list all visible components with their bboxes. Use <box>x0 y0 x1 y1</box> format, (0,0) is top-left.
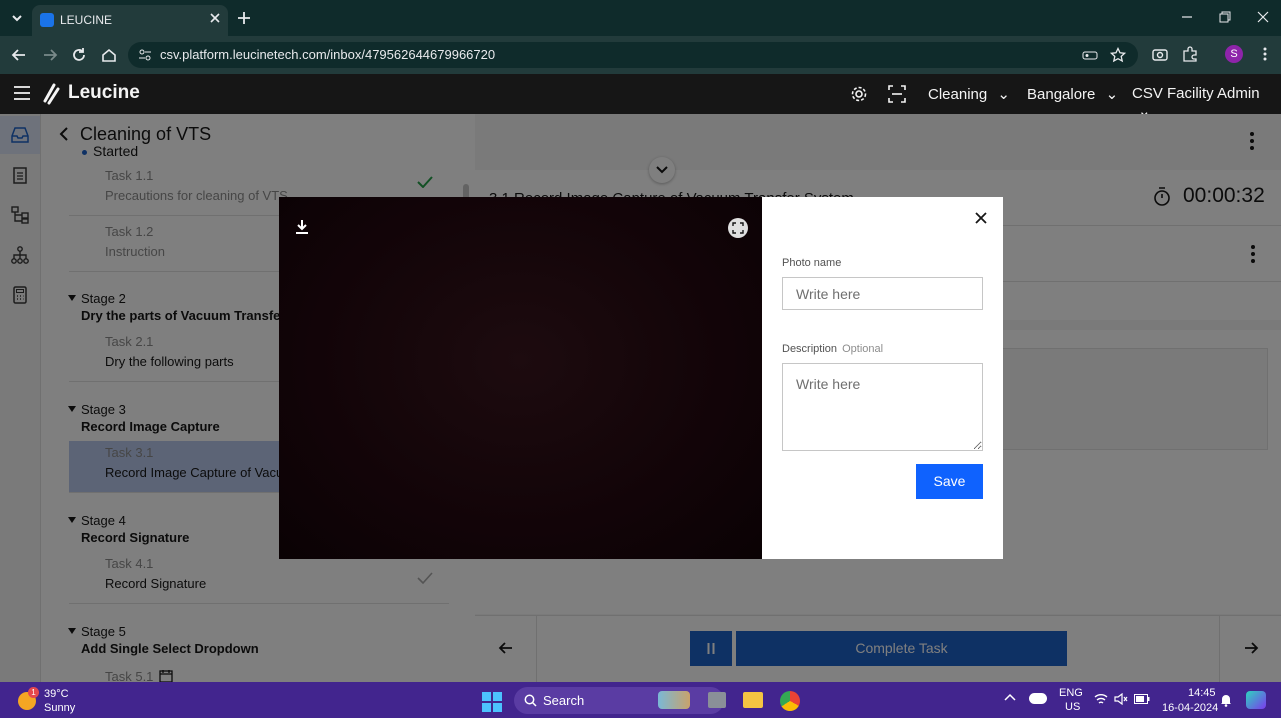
show-hidden-icons-chevron-icon[interactable] <box>1004 692 1016 702</box>
chrome-menu-icon[interactable] <box>1258 46 1272 62</box>
clock-date[interactable]: 16-04-2024 <box>1162 702 1218 714</box>
close-modal-icon[interactable] <box>975 212 987 224</box>
address-bar[interactable]: csv.platform.leucinetech.com/inbox/47956… <box>128 42 1138 68</box>
hamburger-menu-icon[interactable] <box>14 86 30 100</box>
leucine-logo-icon <box>42 83 62 105</box>
reload-icon[interactable] <box>70 46 88 64</box>
description-label-text: Description <box>782 343 838 355</box>
chevron-down-icon: ⌄ <box>997 86 1010 103</box>
battery-icon[interactable] <box>1134 694 1150 704</box>
extensions-puzzle-icon[interactable] <box>1182 46 1198 62</box>
onedrive-cloud-icon[interactable] <box>1029 693 1047 704</box>
search-label: Search <box>543 693 585 708</box>
site-info-icon[interactable] <box>138 48 152 62</box>
bookmark-star-icon[interactable] <box>1110 47 1126 63</box>
leucine-favicon-icon <box>40 13 54 27</box>
photo-name-input[interactable] <box>782 277 983 310</box>
taskbar-search[interactable]: Search <box>514 687 724 714</box>
search-icon <box>524 694 537 707</box>
profile-avatar[interactable]: S <box>1225 45 1243 63</box>
home-icon[interactable] <box>100 46 118 64</box>
windows-taskbar: 1 39°C Sunny Search ENG US 14:45 16-04-2… <box>0 682 1281 718</box>
app-header: Leucine Cleaning ⌄ Bangalore ⌄ CSV Facil… <box>0 74 1281 120</box>
download-icon[interactable] <box>295 219 309 235</box>
restore-icon[interactable] <box>1218 10 1232 24</box>
photo-name-label: Photo name <box>782 257 842 269</box>
optional-hint: Optional <box>842 343 884 355</box>
scanner-icon[interactable] <box>888 85 906 103</box>
back-icon[interactable] <box>10 46 28 64</box>
site-select-bangalore[interactable]: Bangalore ⌄ <box>1027 85 1118 103</box>
select-label: CSV Facility Admin <box>1132 85 1260 102</box>
weather-temp: 39°C <box>44 688 69 700</box>
tab-list-icon[interactable] <box>9 10 25 26</box>
browser-tab[interactable]: LEUCINE <box>32 5 228 36</box>
weather-desc: Sunny <box>44 702 76 714</box>
save-button[interactable]: Save <box>916 464 983 499</box>
url-text: csv.platform.leucinetech.com/inbox/47956… <box>160 47 496 62</box>
select-label: Bangalore <box>1027 86 1096 103</box>
close-window-icon[interactable] <box>1256 10 1270 24</box>
weather-badge: 1 <box>28 687 39 698</box>
description-textarea[interactable] <box>782 363 983 451</box>
browser-tab-strip: LEUCINE <box>0 0 1281 36</box>
volume-muted-icon[interactable] <box>1114 693 1128 705</box>
region-code[interactable]: US <box>1065 701 1080 713</box>
notification-bell-icon[interactable] <box>1220 693 1232 707</box>
close-tab-icon[interactable] <box>208 11 222 25</box>
fullscreen-expand-icon[interactable] <box>728 218 748 238</box>
password-key-icon[interactable] <box>1082 48 1098 62</box>
wifi-icon[interactable] <box>1094 693 1108 705</box>
chrome-taskbar-icon[interactable] <box>780 691 800 711</box>
minimize-icon[interactable] <box>1180 10 1194 24</box>
settings-gear-icon[interactable] <box>850 85 868 103</box>
new-tab-icon[interactable] <box>236 10 252 26</box>
screenshot-camera-icon[interactable] <box>1152 46 1168 62</box>
file-explorer-icon[interactable] <box>743 692 763 708</box>
chevron-down-icon: ⌄ <box>1105 86 1119 103</box>
select-label: Cleaning <box>928 86 988 103</box>
photo-details-form: Photo name Description Optional Save <box>762 197 1003 559</box>
description-label: Description Optional <box>782 343 883 355</box>
captured-image-preview <box>279 197 762 559</box>
brand-name: Leucine <box>68 82 140 103</box>
forward-icon[interactable] <box>41 46 59 64</box>
copilot-icon[interactable] <box>1246 691 1266 709</box>
clock-time[interactable]: 14:45 <box>1188 687 1216 699</box>
language-code[interactable]: ENG <box>1059 687 1083 699</box>
search-highlight-image <box>658 691 690 709</box>
task-view-app-icon[interactable] <box>708 692 726 708</box>
tab-title: LEUCINE <box>60 13 113 27</box>
facility-select-cleaning[interactable]: Cleaning ⌄ <box>928 85 1010 103</box>
windows-start-icon[interactable] <box>482 692 502 712</box>
